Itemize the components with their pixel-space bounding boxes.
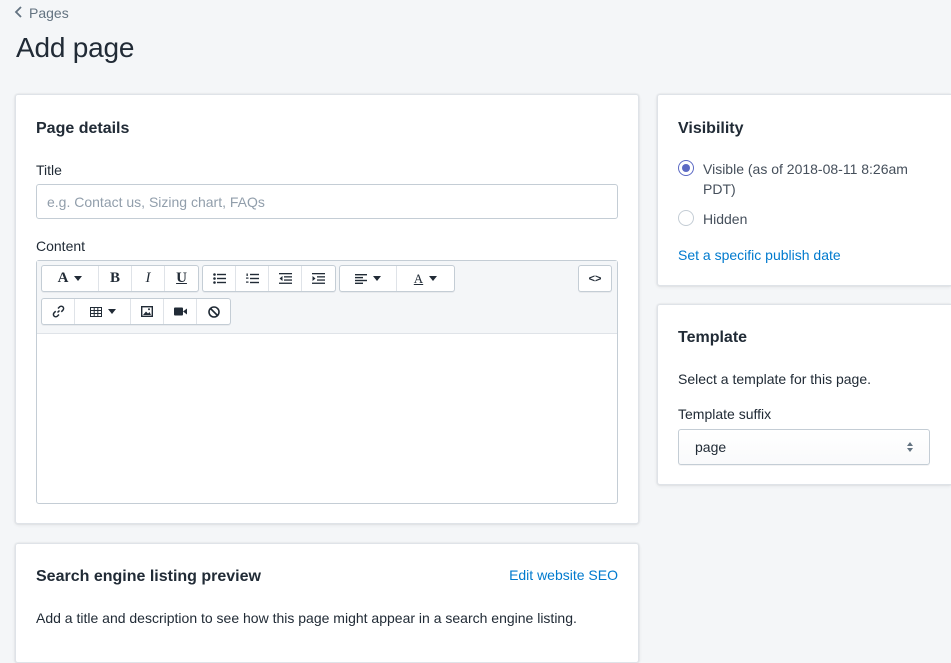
html-group: <>: [578, 265, 612, 292]
hidden-radio[interactable]: [678, 210, 694, 226]
link-button[interactable]: [42, 299, 75, 324]
title-input[interactable]: [36, 184, 618, 219]
page-title: Add page: [16, 32, 135, 63]
visible-radio-label: Visible (as of 2018-08-11 8:26am PDT): [703, 161, 908, 197]
edit-seo-link[interactable]: Edit website SEO: [509, 567, 618, 583]
hidden-radio-label: Hidden: [703, 211, 748, 227]
template-suffix-label: Template suffix: [678, 406, 772, 422]
image-button[interactable]: [131, 299, 164, 324]
template-description: Select a template for this page.: [678, 371, 871, 387]
page-details-heading: Page details: [36, 120, 130, 137]
publish-date-link[interactable]: Set a specific publish date: [678, 247, 841, 263]
align-color-group: A: [339, 265, 455, 292]
indent-button[interactable]: [302, 266, 335, 291]
html-source-button[interactable]: <>: [579, 266, 611, 291]
table-button[interactable]: [75, 299, 131, 324]
underline-button[interactable]: U: [165, 266, 198, 291]
breadcrumb[interactable]: Pages: [14, 5, 69, 21]
outdent-button[interactable]: [269, 266, 302, 291]
title-label: Title: [36, 162, 62, 178]
visibility-heading: Visibility: [678, 120, 744, 137]
align-left-icon: [355, 273, 367, 284]
align-button[interactable]: [340, 266, 397, 291]
editor-toolbar: A B I U A <>: [37, 261, 617, 334]
numbered-list-icon: [245, 273, 259, 284]
italic-button[interactable]: I: [132, 266, 165, 291]
hidden-radio-option[interactable]: Hidden: [678, 209, 933, 229]
bullet-list-button[interactable]: [203, 266, 236, 291]
seo-heading: Search engine listing preview: [36, 568, 261, 585]
content-editor: A B I U A <>: [36, 260, 618, 504]
caret-down-icon: [74, 276, 83, 281]
link-icon: [52, 305, 65, 318]
bullet-list-icon: [212, 273, 226, 284]
editor-body[interactable]: [37, 333, 617, 503]
visibility-card: Visibility Visible (as of 2018-08-11 8:2…: [657, 94, 951, 286]
caret-down-icon: [107, 309, 116, 314]
clear-formatting-button[interactable]: [197, 299, 230, 324]
bold-button[interactable]: B: [99, 266, 132, 291]
caret-down-icon: [429, 276, 438, 281]
font-style-label: A: [57, 270, 69, 286]
seo-description: Add a title and description to see how t…: [36, 610, 577, 626]
video-icon: [173, 307, 187, 316]
page-details-card: Page details Title Content A B I U: [15, 94, 639, 524]
template-heading: Template: [678, 329, 748, 346]
font-style-button[interactable]: A: [42, 266, 99, 291]
image-icon: [141, 306, 153, 317]
insert-group: [41, 298, 231, 325]
template-suffix-value: page: [695, 439, 727, 455]
visible-radio-option[interactable]: Visible (as of 2018-08-11 8:26am PDT): [678, 159, 933, 199]
breadcrumb-label: Pages: [29, 5, 69, 21]
numbered-list-button[interactable]: [236, 266, 269, 291]
template-card: Template Select a template for this page…: [657, 304, 951, 485]
text-color-button[interactable]: A: [397, 266, 454, 291]
indent-icon: [312, 273, 325, 284]
template-suffix-select[interactable]: page: [678, 429, 930, 465]
chevron-left-icon: [14, 5, 23, 21]
caret-down-icon: [373, 276, 381, 281]
clear-formatting-icon: [207, 305, 220, 318]
text-color-label: A: [413, 270, 424, 286]
content-label: Content: [36, 238, 86, 254]
outdent-icon: [278, 273, 292, 284]
seo-preview-card: Search engine listing preview Edit websi…: [15, 543, 639, 663]
text-style-group: A B I U: [41, 265, 199, 292]
list-group: [202, 265, 336, 292]
table-icon: [89, 306, 102, 317]
visible-radio[interactable]: [678, 160, 694, 176]
select-arrows-icon: [907, 442, 913, 452]
video-button[interactable]: [164, 299, 197, 324]
